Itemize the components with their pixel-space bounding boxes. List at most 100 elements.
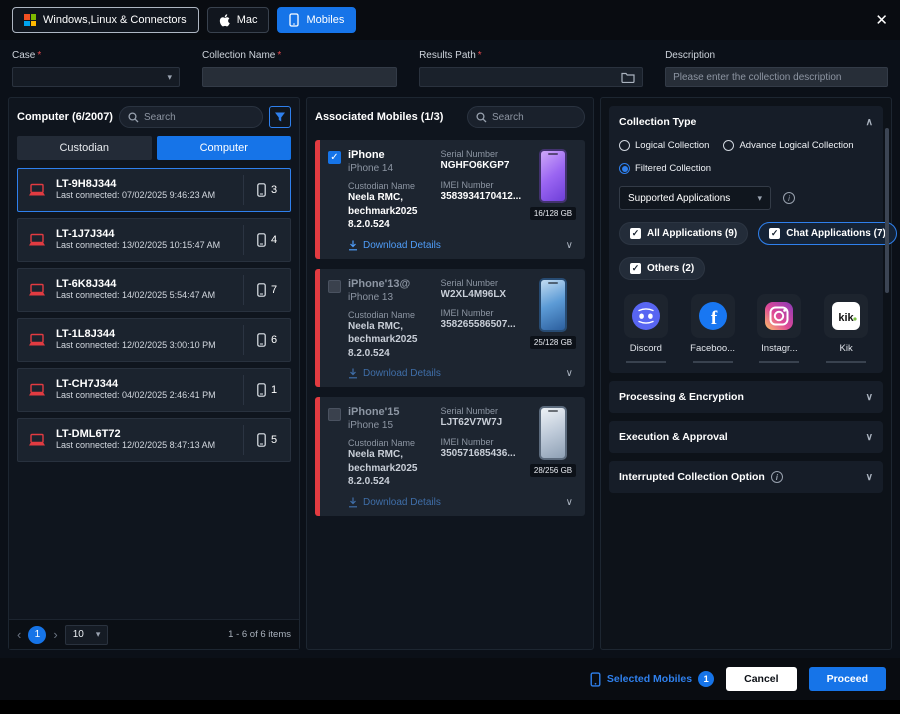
collection-settings-panel: Collection Type ∧ Logical Collection Adv… bbox=[600, 97, 892, 650]
computers-panel: Computer (6/2007) Custodian Computer bbox=[8, 97, 300, 650]
computer-row[interactable]: LT-6K8J344Last connected: 14/02/2025 5:5… bbox=[17, 268, 291, 312]
chevron-down-icon[interactable]: ∨ bbox=[566, 497, 573, 508]
folder-icon[interactable] bbox=[621, 72, 635, 83]
caret-down-icon: ▾ bbox=[757, 194, 762, 203]
storage-badge: 16/128 GB bbox=[530, 207, 576, 220]
tab-computer[interactable]: Computer bbox=[157, 136, 292, 160]
mobile-checkbox[interactable] bbox=[328, 280, 341, 293]
proceed-button[interactable]: Proceed bbox=[809, 667, 886, 691]
custodian-label: Custodian Name bbox=[348, 438, 434, 448]
case-label: Case* bbox=[12, 50, 180, 61]
computer-search-input[interactable] bbox=[144, 112, 254, 123]
collection-name-input[interactable] bbox=[202, 67, 397, 87]
phone-icon bbox=[257, 333, 266, 347]
custodian-value: Neela RMC, bbox=[348, 448, 434, 462]
serial-value: NGHFO6KGP7 bbox=[441, 159, 522, 173]
radio-logical-collection[interactable]: Logical Collection bbox=[619, 140, 709, 151]
next-page-icon[interactable]: › bbox=[53, 627, 57, 642]
mobile-search[interactable] bbox=[467, 106, 585, 128]
mobile-name: iPhone bbox=[348, 149, 434, 161]
tab-label: Mac bbox=[237, 14, 258, 26]
mobile-model: iPhone 15 bbox=[348, 420, 434, 431]
info-icon[interactable]: i bbox=[771, 471, 783, 483]
computer-name: LT-6K8J344 bbox=[56, 278, 239, 290]
radio-filtered-collection[interactable]: Filtered Collection bbox=[619, 163, 711, 174]
computer-row[interactable]: LT-1J7J344Last connected: 13/02/2025 10:… bbox=[17, 218, 291, 262]
collection-type-header[interactable]: Collection Type ∧ bbox=[619, 116, 873, 128]
mobile-search-input[interactable] bbox=[492, 112, 576, 123]
results-path-field: Results Path* bbox=[419, 50, 643, 87]
required-marker: * bbox=[37, 50, 41, 61]
laptop-icon bbox=[18, 433, 56, 447]
search-icon bbox=[476, 112, 487, 123]
imei-label: IMEI Number bbox=[441, 437, 522, 447]
computer-row[interactable]: LT-9H8J344Last connected: 07/02/2025 9:4… bbox=[17, 168, 291, 212]
chevron-down-icon[interactable]: ∨ bbox=[566, 240, 573, 251]
custodian-label: Custodian Name bbox=[348, 310, 434, 320]
mobile-card[interactable]: iPhone'15 iPhone 15 Custodian Name Neela… bbox=[315, 397, 585, 516]
computer-row[interactable]: LT-CH7J344Last connected: 04/02/2025 2:4… bbox=[17, 368, 291, 412]
scrollbar[interactable] bbox=[885, 128, 889, 293]
info-icon[interactable]: i bbox=[783, 192, 795, 204]
chip-others[interactable]: ✓Others (2) bbox=[619, 257, 705, 280]
serial-label: Serial Number bbox=[441, 406, 522, 416]
custodian-label: Custodian Name bbox=[348, 181, 434, 191]
supported-applications-select[interactable]: Supported Applications ▾ bbox=[619, 186, 771, 210]
serial-label: Serial Number bbox=[441, 278, 522, 288]
radio-advance-logical-collection[interactable]: Advance Logical Collection bbox=[723, 140, 853, 151]
mobile-checkbox[interactable] bbox=[328, 408, 341, 421]
app-tile-kik[interactable]: kik Kik bbox=[819, 294, 873, 363]
chevron-up-icon: ∧ bbox=[866, 117, 873, 128]
phone-image bbox=[539, 149, 567, 203]
laptop-icon bbox=[18, 333, 56, 347]
cancel-button[interactable]: Cancel bbox=[726, 667, 796, 691]
mobile-checkbox[interactable]: ✓ bbox=[328, 151, 341, 164]
accordion-interrupted-collection[interactable]: Interrupted Collection Option i ∨ bbox=[609, 461, 883, 493]
computer-last-connected: Last connected: 13/02/2025 10:15:47 AM bbox=[56, 240, 224, 252]
custodian-value: Neela RMC, bbox=[348, 320, 434, 334]
chip-chat-applications[interactable]: ✓Chat Applications (7) bbox=[758, 222, 897, 245]
custodian-value: Neela RMC, bbox=[348, 191, 434, 205]
checkbox-icon: ✓ bbox=[769, 228, 780, 239]
computer-row[interactable]: LT-DML6T72Last connected: 12/02/2025 8:4… bbox=[17, 418, 291, 462]
download-details-link[interactable]: Download Details bbox=[348, 497, 441, 508]
tab-windows-linux-connectors[interactable]: Windows,Linux & Connectors bbox=[12, 7, 199, 33]
tab-mac[interactable]: Mac bbox=[207, 7, 270, 33]
results-path-input[interactable] bbox=[427, 72, 621, 83]
tab-custodian[interactable]: Custodian bbox=[17, 136, 152, 160]
download-icon bbox=[348, 368, 358, 379]
mobile-card[interactable]: ✓ iPhone iPhone 14 Custodian Name Neela … bbox=[315, 140, 585, 259]
computer-mobile-count: 6 bbox=[244, 333, 290, 347]
chevron-down-icon[interactable]: ∨ bbox=[566, 368, 573, 379]
accordion-processing-encryption[interactable]: Processing & Encryption ∨ bbox=[609, 381, 883, 413]
pagination: ‹ 1 › 10 ▾ 1 - 6 of 6 items bbox=[9, 619, 299, 649]
tab-mobiles[interactable]: Mobiles bbox=[277, 7, 356, 33]
download-details-link[interactable]: Download Details bbox=[348, 368, 441, 379]
description-input[interactable] bbox=[665, 67, 888, 87]
page-size-select[interactable]: 10 ▾ bbox=[65, 625, 109, 645]
accordion-execution-approval[interactable]: Execution & Approval ∨ bbox=[609, 421, 883, 453]
page-number[interactable]: 1 bbox=[28, 626, 46, 644]
mobile-card[interactable]: iPhone'13@ iPhone 13 Custodian Name Neel… bbox=[315, 269, 585, 388]
chip-all-applications[interactable]: ✓All Applications (9) bbox=[619, 222, 748, 245]
mobile-model: iPhone 13 bbox=[348, 292, 434, 303]
app-tile-discord[interactable]: Discord bbox=[619, 294, 673, 363]
prev-page-icon[interactable]: ‹ bbox=[17, 627, 21, 642]
case-select[interactable]: ▾ bbox=[12, 67, 180, 87]
download-details-link[interactable]: Download Details bbox=[348, 240, 441, 251]
laptop-icon bbox=[18, 233, 56, 247]
computer-search[interactable] bbox=[119, 106, 263, 128]
tab-label: Windows,Linux & Connectors bbox=[43, 14, 187, 26]
app-tile-facebook[interactable]: f Faceboo... bbox=[686, 294, 740, 363]
tab-label: Mobiles bbox=[306, 14, 344, 26]
mobile-icon bbox=[590, 672, 601, 687]
mobile-name: iPhone'15 bbox=[348, 406, 434, 418]
computer-row[interactable]: LT-1L8J344Last connected: 12/02/2025 3:0… bbox=[17, 318, 291, 362]
computer-name: LT-DML6T72 bbox=[56, 428, 239, 440]
computer-last-connected: Last connected: 14/02/2025 5:54:47 AM bbox=[56, 290, 224, 302]
selected-mobiles[interactable]: Selected Mobiles 1 bbox=[590, 671, 714, 687]
svg-text:kik: kik bbox=[838, 312, 854, 324]
filter-button[interactable] bbox=[269, 106, 291, 128]
app-tile-instagram[interactable]: Instagr... bbox=[753, 294, 807, 363]
close-icon[interactable]: ✕ bbox=[875, 13, 888, 28]
